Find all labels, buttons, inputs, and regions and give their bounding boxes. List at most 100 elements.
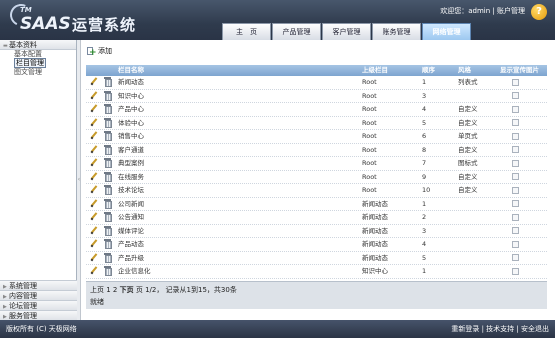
tab-network[interactable]: 网络管理 xyxy=(422,23,471,40)
add-page-icon: + xyxy=(87,46,97,58)
edit-icon[interactable] xyxy=(90,103,98,117)
show-image-checkbox[interactable] xyxy=(512,117,519,131)
sidebar-item-article-manage[interactable]: 图文管理 xyxy=(0,68,76,77)
show-image-checkbox[interactable] xyxy=(512,103,519,117)
edit-icon[interactable] xyxy=(90,171,98,185)
show-image-checkbox[interactable] xyxy=(512,157,519,171)
account-link[interactable]: 账户管理 xyxy=(497,7,525,15)
row-name: 企业信息化 xyxy=(118,267,151,275)
edit-icon[interactable] xyxy=(90,90,98,104)
sidebar-group-system[interactable]: ▶ 系统管理 xyxy=(0,280,77,290)
logout-link[interactable]: 安全退出 xyxy=(521,325,549,333)
delete-icon[interactable] xyxy=(104,211,112,225)
tab-home[interactable]: 主 页 xyxy=(222,23,271,40)
table-row: 在线服务 Root 9 自定义 xyxy=(86,171,547,185)
show-image-checkbox[interactable] xyxy=(512,184,519,198)
column-table: 栏目名称 上级栏目 顺序 风格 显示宣传图片 新闻动态 Root 1 列表式 知识中心 R… xyxy=(86,65,547,279)
tab-customers[interactable]: 客户管理 xyxy=(322,23,371,40)
delete-icon[interactable] xyxy=(104,144,112,158)
edit-icon[interactable] xyxy=(90,117,98,131)
edit-icon[interactable] xyxy=(90,184,98,198)
edit-icon[interactable] xyxy=(90,225,98,239)
sidebar-item-label: 基本配置 xyxy=(14,50,42,58)
delete-icon[interactable] xyxy=(104,117,112,131)
prev-page-link[interactable]: 上页 xyxy=(90,286,104,294)
edit-icon[interactable] xyxy=(90,130,98,144)
logo-title: 运营系统 xyxy=(72,16,137,34)
table-row: 知识中心 Root 3 xyxy=(86,90,547,104)
delete-icon[interactable] xyxy=(104,157,112,171)
next-page-link[interactable]: 下页 xyxy=(120,286,134,294)
delete-icon[interactable] xyxy=(104,198,112,212)
support-link[interactable]: 技术支持 xyxy=(486,325,514,333)
show-image-checkbox[interactable] xyxy=(512,144,519,158)
show-image-checkbox[interactable] xyxy=(512,76,519,90)
show-image-checkbox[interactable] xyxy=(512,252,519,266)
delete-icon[interactable] xyxy=(104,252,112,266)
logo-tm: TM xyxy=(20,6,32,14)
table-row: 公告通知 新闻动态 2 xyxy=(86,211,547,225)
row-order: 5 xyxy=(422,118,427,127)
table-row: 销售中心 Root 6 单页式 xyxy=(86,130,547,144)
show-image-checkbox[interactable] xyxy=(512,238,519,252)
header-name: 栏目名称 xyxy=(118,66,144,74)
show-image-checkbox[interactable] xyxy=(512,198,519,212)
table-row: 产品中心 Root 4 自定义 xyxy=(86,103,547,117)
table-body: 新闻动态 Root 1 列表式 知识中心 Root 3 产品中心 Root 4 自定义 体验中心 Roo… xyxy=(86,76,547,279)
sidebar-group-service[interactable]: ▶ 服务管理 xyxy=(0,310,77,320)
delete-icon[interactable] xyxy=(104,184,112,198)
edit-icon[interactable] xyxy=(90,157,98,171)
delete-icon[interactable] xyxy=(104,90,112,104)
delete-icon[interactable] xyxy=(104,103,112,117)
delete-icon[interactable] xyxy=(104,76,112,90)
delete-icon[interactable] xyxy=(104,238,112,252)
page-numbers[interactable]: 1 2 xyxy=(106,286,117,294)
sidebar-bottom-groups: ▶ 系统管理 ▶ 内容管理 ▶ 论坛管理 ▶ 服务管理 xyxy=(0,280,77,320)
show-image-checkbox[interactable] xyxy=(512,90,519,104)
sidebar-group-forum[interactable]: ▶ 论坛管理 xyxy=(0,300,77,310)
edit-icon[interactable] xyxy=(90,198,98,212)
row-parent: Root xyxy=(362,118,377,127)
row-name: 公告通知 xyxy=(118,213,144,221)
row-name: 知识中心 xyxy=(118,91,144,100)
row-order: 10 xyxy=(422,186,431,194)
table-row: 产品动态 新闻动态 4 xyxy=(86,238,547,252)
help-icon[interactable]: ? xyxy=(531,4,547,20)
sidebar-group-label: 系统管理 xyxy=(9,282,37,290)
sidebar-group-label: 论坛管理 xyxy=(9,302,37,310)
show-image-checkbox[interactable] xyxy=(512,265,519,279)
show-image-checkbox[interactable] xyxy=(512,130,519,144)
logo-saas: SAAS xyxy=(20,14,71,34)
tab-accounts[interactable]: 账务管理 xyxy=(372,23,421,40)
sidebar-item-label: 图文管理 xyxy=(14,68,42,76)
edit-icon[interactable] xyxy=(90,252,98,266)
delete-icon[interactable] xyxy=(104,130,112,144)
relogin-link[interactable]: 重新登录 xyxy=(451,325,479,333)
delete-icon[interactable] xyxy=(104,225,112,239)
edit-icon[interactable] xyxy=(90,76,98,90)
row-order: 7 xyxy=(422,159,427,167)
row-style: 自定义 xyxy=(458,186,478,194)
sidebar-collapse-handle[interactable]: ‹ xyxy=(77,40,81,320)
edit-icon[interactable] xyxy=(90,238,98,252)
row-order: 1 xyxy=(422,199,427,208)
row-order: 6 xyxy=(422,132,427,140)
sidebar-item-column-manage[interactable]: 栏目管理 xyxy=(0,58,76,68)
tab-products[interactable]: 产品管理 xyxy=(272,23,321,40)
show-image-checkbox[interactable] xyxy=(512,211,519,225)
status-text: 就绪 xyxy=(90,298,104,306)
add-button[interactable]: + 添加 xyxy=(86,46,112,58)
show-image-checkbox[interactable] xyxy=(512,225,519,239)
edit-icon[interactable] xyxy=(90,144,98,158)
sidebar-group-basic[interactable]: ▬基本资料 xyxy=(0,40,76,50)
user-bar: 欢迎您：admin | 账户管理 xyxy=(440,6,525,16)
delete-icon[interactable] xyxy=(104,171,112,185)
edit-icon[interactable] xyxy=(90,265,98,279)
edit-icon[interactable] xyxy=(90,211,98,225)
delete-icon[interactable] xyxy=(104,265,112,279)
show-image-checkbox[interactable] xyxy=(512,171,519,185)
row-order: 1 xyxy=(422,267,427,275)
footer-separator: | xyxy=(516,325,519,333)
sidebar-group-content[interactable]: ▶ 内容管理 xyxy=(0,290,77,300)
row-parent: Root xyxy=(362,159,377,167)
